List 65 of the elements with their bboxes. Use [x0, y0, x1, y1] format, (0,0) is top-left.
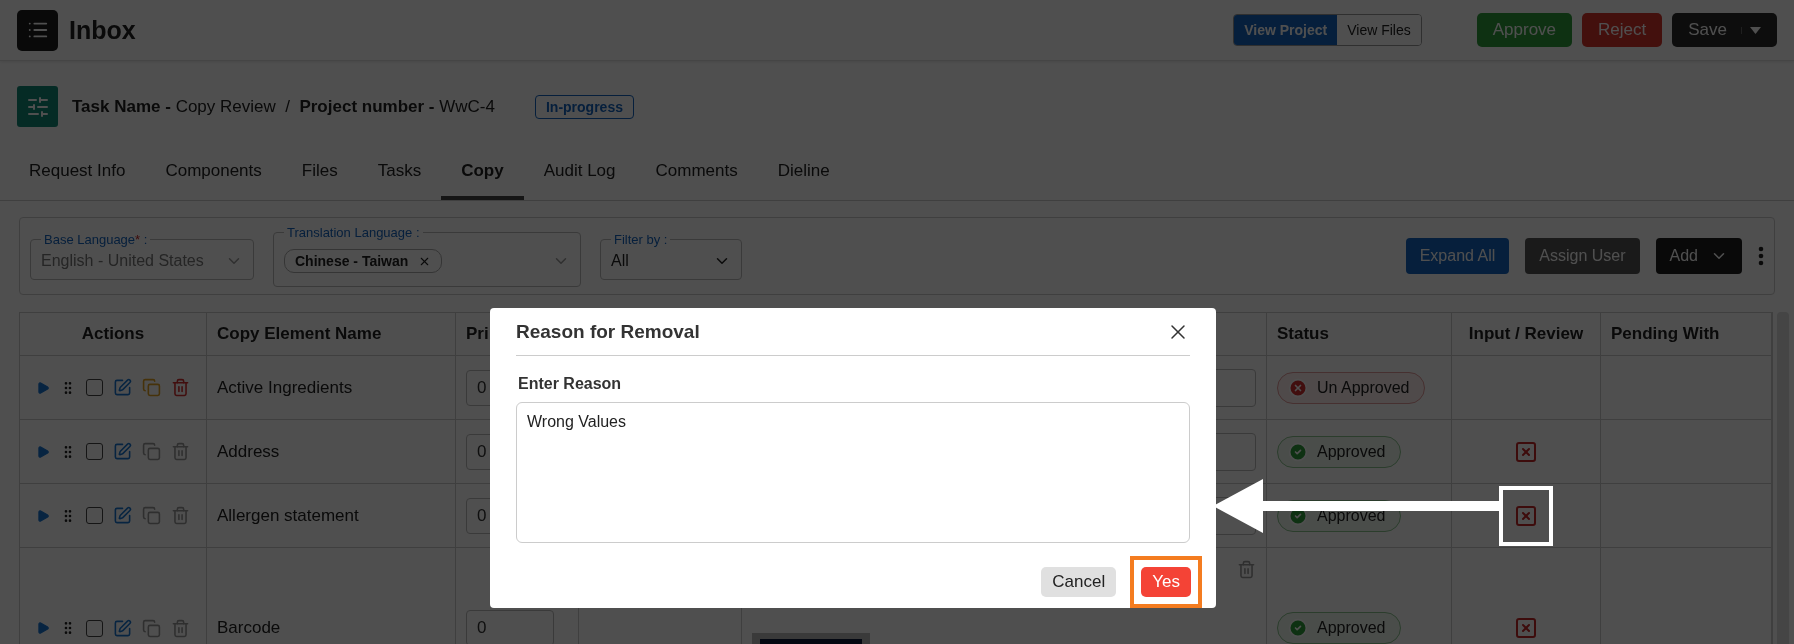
- tab[interactable]: Comments: [635, 149, 758, 200]
- field-label: Enter Reason: [518, 374, 623, 393]
- expand-icon: [36, 508, 50, 523]
- copy-icon[interactable]: [142, 378, 161, 397]
- row-checkbox[interactable]: [86, 379, 103, 396]
- trash-icon: [171, 618, 190, 638]
- more-icon[interactable]: [1758, 246, 1764, 266]
- task-title: Task Name - Copy Review / Project number - WwC-4: [72, 96, 495, 117]
- add-button[interactable]: Add: [1655, 238, 1742, 274]
- edit-icon: [113, 442, 132, 461]
- edit-icon: [113, 618, 132, 638]
- status-badge: Un Approved: [1277, 371, 1425, 404]
- tab[interactable]: Dieline: [757, 149, 850, 200]
- filter-select[interactable]: Filter by : All: [600, 232, 742, 280]
- row-checkbox[interactable]: [86, 443, 103, 460]
- tab[interactable]: Audit Log: [523, 149, 636, 200]
- expand-icon: [36, 621, 50, 635]
- priority-field[interactable]: 0: [466, 610, 554, 644]
- column-header: Copy Element Name: [207, 313, 456, 355]
- reason-field[interactable]: Wrong Values: [516, 401, 1190, 543]
- caret-icon: [1750, 26, 1761, 34]
- tab[interactable]: Tasks: [357, 149, 442, 200]
- reject-button[interactable]: Reject: [1582, 13, 1663, 47]
- save-button[interactable]: Save: [1672, 13, 1777, 47]
- table-cell: Barcode: [217, 618, 281, 638]
- trash-icon: [1237, 560, 1256, 579]
- table-cell: Allergen statement: [217, 505, 359, 526]
- translation-language-select[interactable]: Translation Language : Chinese - Taiwan: [273, 225, 581, 287]
- status-badge: Approved: [1277, 612, 1401, 644]
- language-chip[interactable]: Chinese - Taiwan: [284, 249, 443, 273]
- row-checkbox[interactable]: [86, 507, 103, 524]
- column-header: Actions: [20, 313, 207, 355]
- edit-icon: [113, 506, 132, 525]
- expand-icon: [36, 380, 50, 395]
- reject-review-icon[interactable]: [1514, 439, 1538, 464]
- tab[interactable]: Copy: [441, 149, 524, 200]
- trash-icon: [171, 506, 190, 525]
- status-badge: Approved: [1277, 435, 1401, 468]
- reject-review-icon[interactable]: [1514, 616, 1538, 640]
- expand-all-button[interactable]: Expand All: [1405, 238, 1510, 274]
- row-checkbox[interactable]: [86, 619, 103, 637]
- cancel-button[interactable]: Cancel: [1041, 567, 1117, 597]
- tab[interactable]: Files: [281, 149, 358, 200]
- table-cell: Address: [217, 441, 280, 462]
- trash-icon: [171, 378, 190, 397]
- status-badge: In-progress: [534, 94, 634, 119]
- copy-icon[interactable]: [142, 618, 161, 638]
- approve-button[interactable]: Approve: [1476, 13, 1573, 47]
- column-header: Pending With: [1601, 313, 1772, 355]
- tab[interactable]: Request Info: [9, 149, 146, 200]
- column-header: Status: [1267, 313, 1452, 355]
- sliders-icon: [17, 86, 58, 127]
- column-header: Input / Review: [1452, 313, 1601, 355]
- table-cell: Active Ingredients: [217, 377, 353, 398]
- copy-icon[interactable]: [142, 506, 161, 525]
- trash-icon: [171, 442, 190, 461]
- edit-icon: [113, 378, 132, 397]
- page-title: Inbox: [69, 15, 136, 45]
- expand-icon: [36, 444, 50, 459]
- reject-review-icon[interactable]: [1514, 503, 1538, 528]
- view-toggle-button[interactable]: View Project: [1234, 15, 1338, 45]
- menu-button[interactable]: [17, 9, 58, 51]
- yes-button[interactable]: Yes: [1141, 567, 1191, 597]
- copy-icon[interactable]: [142, 442, 161, 461]
- tab[interactable]: Components: [145, 149, 282, 200]
